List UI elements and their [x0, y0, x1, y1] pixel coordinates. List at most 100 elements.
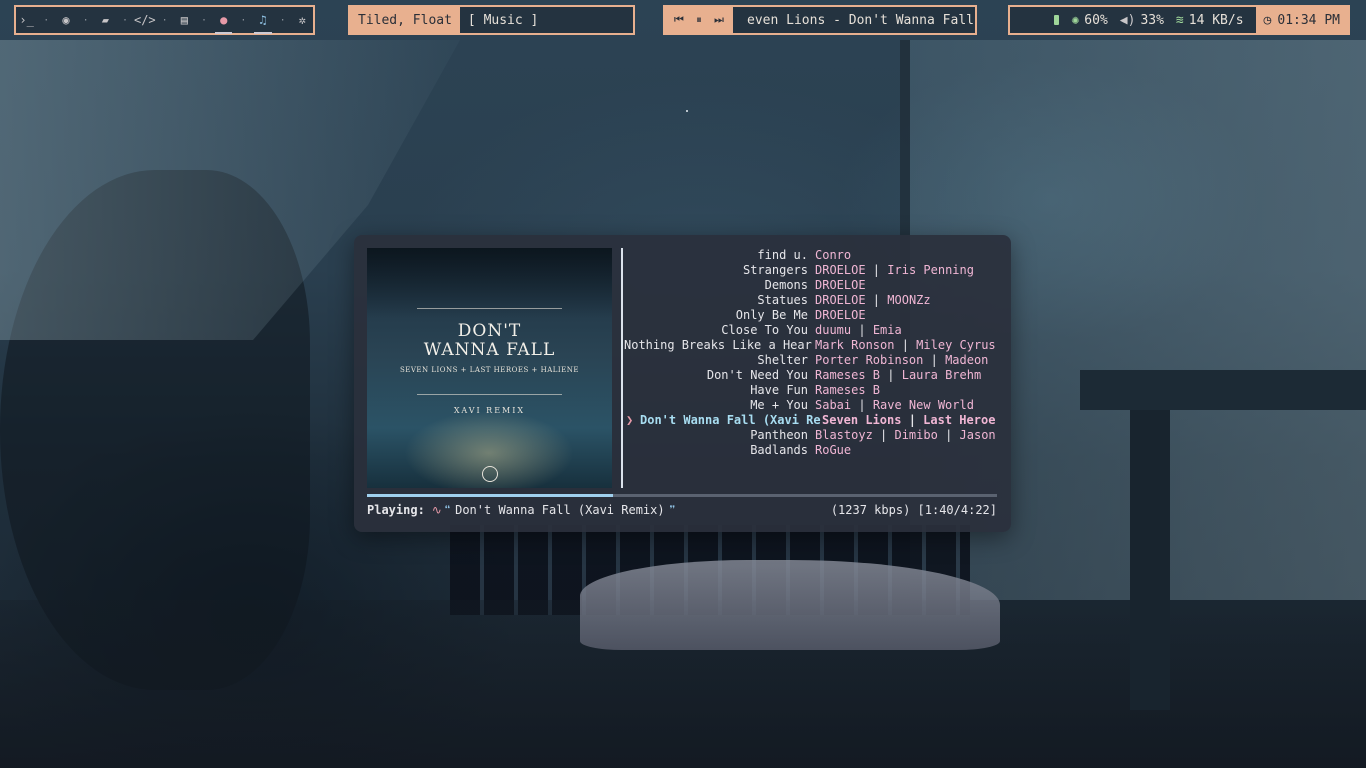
playlist-row[interactable]: Don't Need You Rameses B | Laura Brehm: [624, 368, 1004, 383]
folder-icon[interactable]: ▰: [95, 13, 116, 27]
layout-mode[interactable]: Tiled, Float: [350, 7, 460, 33]
brightness-icon: ✺: [1071, 12, 1080, 28]
track-title: Statues: [757, 293, 808, 307]
cover-remix: XAVI REMIX: [453, 406, 526, 415]
artist-separator: |: [865, 293, 888, 307]
separator: ·: [121, 14, 128, 26]
artist-name: Jason: [959, 428, 996, 442]
gear-icon[interactable]: ✲: [292, 13, 313, 27]
pause-icon[interactable]: ⏸: [691, 13, 707, 27]
artist-separator: |: [894, 338, 917, 352]
separator: ·: [43, 14, 50, 26]
cover-rule: [417, 394, 562, 395]
terminal-icon[interactable]: ›_: [16, 13, 37, 27]
volume-icon: ◀): [1119, 12, 1136, 28]
track-title: find u.: [757, 248, 808, 262]
artist-name: Rave New World: [872, 398, 974, 412]
artist-separator: |: [872, 428, 895, 442]
track-artists: RoGue: [815, 443, 851, 458]
separator: ·: [279, 14, 286, 26]
cover-title: DON'T WANNA FALL: [367, 322, 612, 360]
album-cover: DON'T WANNA FALL SEVEN LIONS + LAST HERO…: [367, 248, 612, 488]
artist-name: RoGue: [815, 443, 852, 457]
artist-name: Porter Robinson: [815, 353, 924, 367]
track-artists: duumu | Emia: [815, 323, 902, 338]
playlist-row[interactable]: find u. Conro: [624, 248, 1004, 263]
separator: ·: [161, 14, 168, 26]
close-quote-icon: ❞: [668, 503, 676, 517]
playlist-row[interactable]: Demons DROELOE: [624, 278, 1004, 293]
artist-name: Sabai: [815, 398, 852, 412]
track-title: Pantheon: [750, 428, 808, 442]
open-quote-icon: ❝: [443, 503, 452, 517]
playlist-row[interactable]: Have Fun Rameses B: [624, 383, 1004, 398]
artist-name: Iris Penning: [887, 263, 974, 277]
separator: ·: [240, 14, 247, 26]
track-artists: Rameses B | Laura Brehm: [815, 368, 981, 383]
brightness-indicator[interactable]: ✺ 60%: [1071, 13, 1107, 28]
cover-rule: [417, 308, 562, 309]
playlist-row[interactable]: Pantheon Blastoyz | Dimibo | Jason: [624, 428, 1004, 443]
next-icon[interactable]: ⏭: [711, 13, 727, 27]
track-artists: DROELOE: [815, 308, 866, 323]
artist-separator: |: [880, 368, 902, 382]
artist-separator: |: [851, 398, 873, 412]
code-icon[interactable]: </>: [134, 13, 156, 27]
playlist: find u. Conro Strangers DROELOE | Iris Penn…: [624, 248, 1004, 458]
battery-indicator[interactable]: [1054, 15, 1060, 25]
network-indicator[interactable]: ≋ 14 KB/s: [1176, 13, 1244, 28]
playlist-row[interactable]: Close To You duumu | Emia: [624, 323, 1004, 338]
separator: ·: [82, 14, 89, 26]
network-value: 14 KB/s: [1188, 12, 1244, 28]
playlist-row[interactable]: Badlands RoGue: [624, 443, 1004, 458]
playback-status: Playing: ∿ ❝ Don't Wanna Fall (Xavi Remi…: [367, 503, 997, 517]
artist-name: Madeon: [945, 353, 989, 367]
music-player-window[interactable]: DON'T WANNA FALL SEVEN LIONS + LAST HERO…: [354, 235, 1011, 532]
track-title: Me + You: [750, 398, 808, 412]
track-artists: Seven Lions | Last Heroe: [822, 413, 995, 428]
previous-icon[interactable]: ⏮: [671, 13, 687, 27]
window-title: [ Music ]: [467, 12, 539, 28]
track-title: Only Be Me: [735, 308, 808, 322]
cover-title-line1: DON'T: [457, 321, 522, 341]
status-bar: ✺ 60% ◀) 33% ≋ 14 KB/s ◷ 01:34 PM: [1008, 5, 1350, 35]
track-title: Demons: [764, 278, 808, 292]
playlist-row[interactable]: Statues DROELOE | MOONZz: [624, 293, 1004, 308]
book-icon[interactable]: ▤: [174, 13, 195, 27]
playlist-row[interactable]: Me + You Sabai | Rave New World: [624, 398, 1004, 413]
artist-name: Blastoyz: [815, 428, 873, 442]
progress-bar[interactable]: [367, 494, 997, 497]
wallpaper-bed: [580, 560, 1000, 650]
progress-fill: [367, 494, 613, 497]
wifi-icon: ≋: [1175, 12, 1184, 28]
chat-icon[interactable]: ●: [213, 13, 234, 34]
track-artists: Porter Robinson | Madeon: [815, 353, 988, 368]
browser-icon[interactable]: ◉: [55, 13, 76, 27]
workspace-bar: ›_ · ◉ · ▰ · </> · ▤ · ● · ♫ · ✲: [14, 5, 315, 35]
playlist-row-current[interactable]: ❯ Don't Wanna Fall (Xavi Re Seven Lions | …: [624, 413, 1004, 428]
music-icon[interactable]: ♫: [252, 13, 273, 34]
track-title: Strangers: [742, 263, 808, 277]
artist-name: DROELOE: [815, 263, 866, 277]
media-bar: ⏮ ⏸ ⏭ even Lions - Don't Wanna Fall (: [663, 5, 977, 35]
track-title: Don't Need You: [706, 368, 808, 382]
track-title: Badlands: [750, 443, 808, 457]
artist-name: Rameses B: [815, 383, 881, 397]
clock[interactable]: ◷ 01:34 PM: [1255, 7, 1348, 33]
cover-artists: SEVEN LIONS + LAST HEROES + HALIENE: [399, 366, 580, 374]
artist-name: Rameses B: [815, 368, 881, 382]
battery-value: 60%: [1084, 12, 1108, 28]
playlist-row[interactable]: Shelter Porter Robinson | Madeon: [624, 353, 1004, 368]
track-artists: Sabai | Rave New World: [815, 398, 974, 413]
playlist-row[interactable]: Nothing Breaks Like a Hear Mark Ronson | …: [624, 338, 1004, 353]
playlist-row[interactable]: Only Be Me DROELOE: [624, 308, 1004, 323]
divider: [621, 248, 623, 488]
playlist-row[interactable]: Strangers DROELOE | Iris Penning: [624, 263, 1004, 278]
layout-bar: Tiled, Float [ Music ]: [348, 5, 635, 35]
artist-name: Emia: [872, 323, 902, 337]
artist-name: DROELOE: [815, 278, 866, 292]
track-artists: Conro: [815, 248, 851, 263]
track-title: Shelter: [757, 353, 808, 367]
volume-indicator[interactable]: ◀) 33%: [1120, 13, 1164, 28]
track-title: Nothing Breaks Like a Hear: [624, 338, 812, 352]
